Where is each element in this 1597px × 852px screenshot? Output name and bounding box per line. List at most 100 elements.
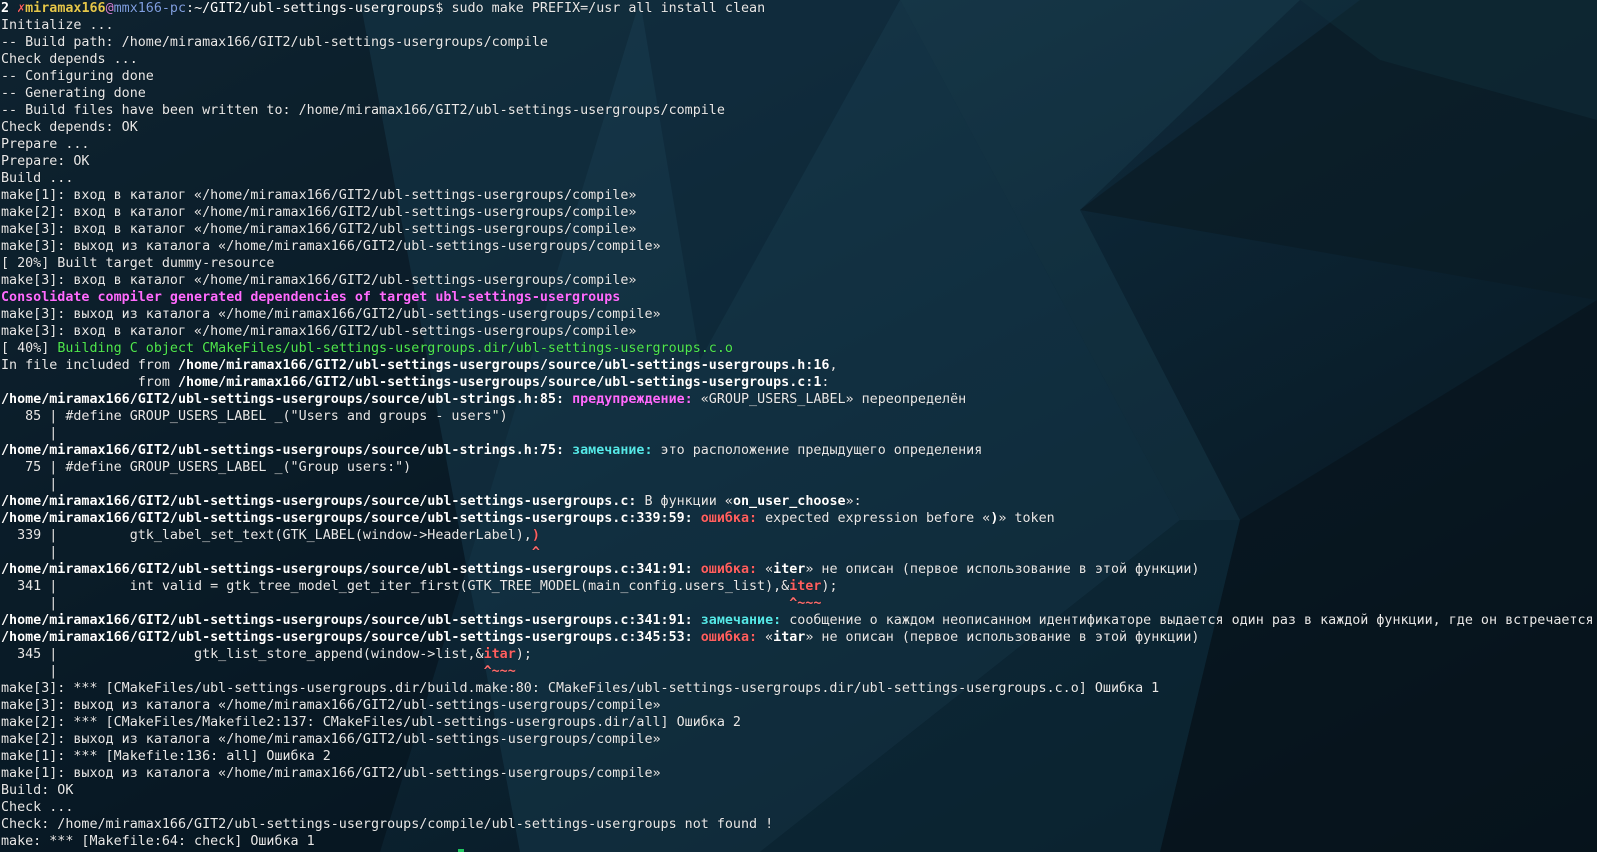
output-line: Check ... (1, 799, 1594, 816)
output-line: -- Generating done (1, 85, 1594, 102)
output-line: /home/miramax166/GIT2/ubl-settings-userg… (1, 442, 1594, 459)
output-line: make[3]: вход в каталог «/home/miramax16… (1, 221, 1594, 238)
output-segment: | (1, 596, 790, 611)
output-segment: iter (789, 579, 822, 594)
output-segment: make[3]: вход в каталог «/home/miramax16… (1, 273, 637, 288)
output-segment: Check depends: OK (1, 120, 138, 135)
output-line: 75 | #define GROUP_USERS_LABEL _("Group … (1, 459, 1594, 476)
output-line: make[1]: выход из каталога «/home/mirama… (1, 765, 1594, 782)
output-segment: ✗ (17, 1, 26, 16)
output-segment: make[3]: вход в каталог «/home/miramax16… (1, 222, 637, 237)
output-line: Initialize ... (1, 17, 1594, 34)
output-line: from /home/miramax166/GIT2/ubl-settings-… (1, 374, 1594, 391)
output-line: In file included from /home/miramax166/G… (1, 357, 1594, 374)
output-line: Consolidate compiler generated dependenc… (1, 289, 1594, 306)
terminal-window[interactable]: 2 ✗miramax166@mmx166-pc:~/GIT2/ubl-setti… (0, 0, 1597, 852)
output-segment: -- Build files have been written to: /ho… (1, 103, 725, 118)
output-segment: iter (773, 562, 806, 577)
output-segment: ошибка: (700, 630, 766, 645)
output-segment: make[3]: выход из каталога «/home/mirama… (1, 239, 661, 254)
output-line: 345 | gtk_list_store_append(window->list… (1, 646, 1594, 663)
output-segment: make[3]: выход из каталога «/home/mirama… (1, 307, 661, 322)
output-segment: -- Build path: /home/miramax166/GIT2/ubl… (1, 35, 548, 50)
output-line: /home/miramax166/GIT2/ubl-settings-userg… (1, 493, 1594, 510)
output-segment: предупреждение: (572, 392, 701, 407)
output-line: make[2]: *** [CMakeFiles/Makefile2:137: … (1, 714, 1594, 731)
output-line: /home/miramax166/GIT2/ubl-settings-userg… (1, 612, 1594, 629)
output-segment: ); (515, 647, 532, 662)
output-line: make[1]: вход в каталог «/home/miramax16… (1, 187, 1594, 204)
output-line: | (1, 476, 1594, 493)
output-segment: Check: /home/miramax166/GIT2/ubl-setting… (1, 817, 774, 832)
output-segment: make[3]: *** [CMakeFiles/ubl-settings-us… (1, 681, 1160, 696)
output-segment: | (1, 477, 58, 492)
output-line: 339 | gtk_label_set_text(GTK_LABEL(windo… (1, 527, 1594, 544)
output-segment: Check depends ... (1, 52, 138, 67)
output-line: make[3]: *** [CMakeFiles/ubl-settings-us… (1, 680, 1594, 697)
output-line: | (1, 425, 1594, 442)
output-line: /home/miramax166/GIT2/ubl-settings-userg… (1, 561, 1594, 578)
output-line: Check depends ... (1, 51, 1594, 68)
output-segment: /home/miramax166/GIT2/ubl-settings-userg… (1, 613, 701, 628)
output-line: -- Build files have been written to: /ho… (1, 102, 1594, 119)
output-segment: Prepare ... (1, 137, 90, 152)
output-line: [ 40%] Building C object CMakeFiles/ubl-… (1, 340, 1594, 357)
output-segment: замечание: (572, 443, 661, 458)
output-segment: make[2]: вход в каталог «/home/miramax16… (1, 205, 637, 220)
output-line: Prepare ... (1, 136, 1594, 153)
output-segment: « (765, 562, 774, 577)
output-segment: [ 40%] (1, 341, 58, 356)
output-segment: -- Configuring done (1, 69, 154, 84)
output-segment: ); (821, 579, 838, 594)
output-segment: ^~~~ (483, 664, 516, 679)
shell-prompt-line: 2 ✗miramax166@mmx166-pc:~/GIT2/ubl-setti… (1, 0, 1594, 17)
output-segment: /home/miramax166/GIT2/ubl-settings-userg… (1, 443, 573, 458)
output-segment: ^~~~ (789, 596, 822, 611)
output-segment: /home/miramax166/GIT2/ubl-settings-userg… (1, 494, 637, 509)
output-segment: 75 | #define GROUP_USERS_LABEL _("Group … (1, 460, 412, 475)
output-segment: Building C object CMakeFiles/ubl-setting… (57, 341, 733, 356)
output-segment: » не описан (первое использование в этой… (805, 562, 1200, 577)
output-segment: make[2]: выход из каталога «/home/mirama… (1, 732, 661, 747)
output-line: make[3]: вход в каталог «/home/miramax16… (1, 323, 1594, 340)
output-line: Build ... (1, 170, 1594, 187)
output-segment: 339 | gtk_label_set_text(GTK_LABEL(windo… (1, 528, 532, 543)
output-segment: замечание: (700, 613, 790, 628)
output-segment: » token (998, 511, 1055, 526)
output-segment: 345 | gtk_list_store_append(window->list… (1, 647, 484, 662)
output-segment: make[3]: выход из каталога «/home/mirama… (1, 698, 661, 713)
output-segment: Build: OK (1, 783, 74, 798)
output-segment: Build ... (1, 171, 74, 186)
terminal-output[interactable]: 2 ✗miramax166@mmx166-pc:~/GIT2/ubl-setti… (1, 0, 1594, 850)
output-segment: ^ (531, 545, 540, 560)
output-segment: «GROUP_USERS_LABEL» переопределён (700, 392, 967, 407)
output-line: make[3]: выход из каталога «/home/mirama… (1, 238, 1594, 255)
output-segment: | (1, 664, 484, 679)
output-segment: »: (845, 494, 862, 509)
output-segment: In file included from (1, 358, 178, 373)
output-segment: /home/miramax166/GIT2/ubl-settings-userg… (1, 562, 701, 577)
output-segment: 341 | int valid = gtk_tree_model_get_ite… (1, 579, 790, 594)
output-segment: Initialize ... (1, 18, 114, 33)
output-segment: » не описан (первое использование в этой… (805, 630, 1200, 645)
output-line: Build: OK (1, 782, 1594, 799)
output-segment: make[1]: вход в каталог «/home/miramax16… (1, 188, 637, 203)
output-line: Check depends: OK (1, 119, 1594, 136)
output-segment: сообщение о каждом неописанном идентифик… (789, 613, 1594, 628)
output-segment: /home/miramax166/GIT2/ubl-settings-userg… (1, 511, 701, 526)
output-segment: miramax166 (25, 1, 106, 16)
output-line: | ^~~~ (1, 595, 1594, 612)
output-line: /home/miramax166/GIT2/ubl-settings-userg… (1, 391, 1594, 408)
output-segment: make[3]: вход в каталог «/home/miramax16… (1, 324, 637, 339)
output-segment: 85 | #define GROUP_USERS_LABEL _("Users … (1, 409, 508, 424)
output-segment: , (829, 358, 838, 373)
output-segment: ~/GIT2/ubl-settings-usergroups (194, 1, 436, 16)
output-line: | ^~~~ (1, 663, 1594, 680)
output-segment: это расположение предыдущего определения (660, 443, 983, 458)
output-segment: $ sudo make PREFIX=/usr all install clea… (435, 1, 766, 16)
output-segment: make[2]: *** [CMakeFiles/Makefile2:137: … (1, 715, 741, 730)
output-segment: -- Generating done (1, 86, 146, 101)
output-segment: Check ... (1, 800, 74, 815)
output-line: /home/miramax166/GIT2/ubl-settings-userg… (1, 510, 1594, 527)
output-line: make[1]: *** [Makefile:136: all] Ошибка … (1, 748, 1594, 765)
